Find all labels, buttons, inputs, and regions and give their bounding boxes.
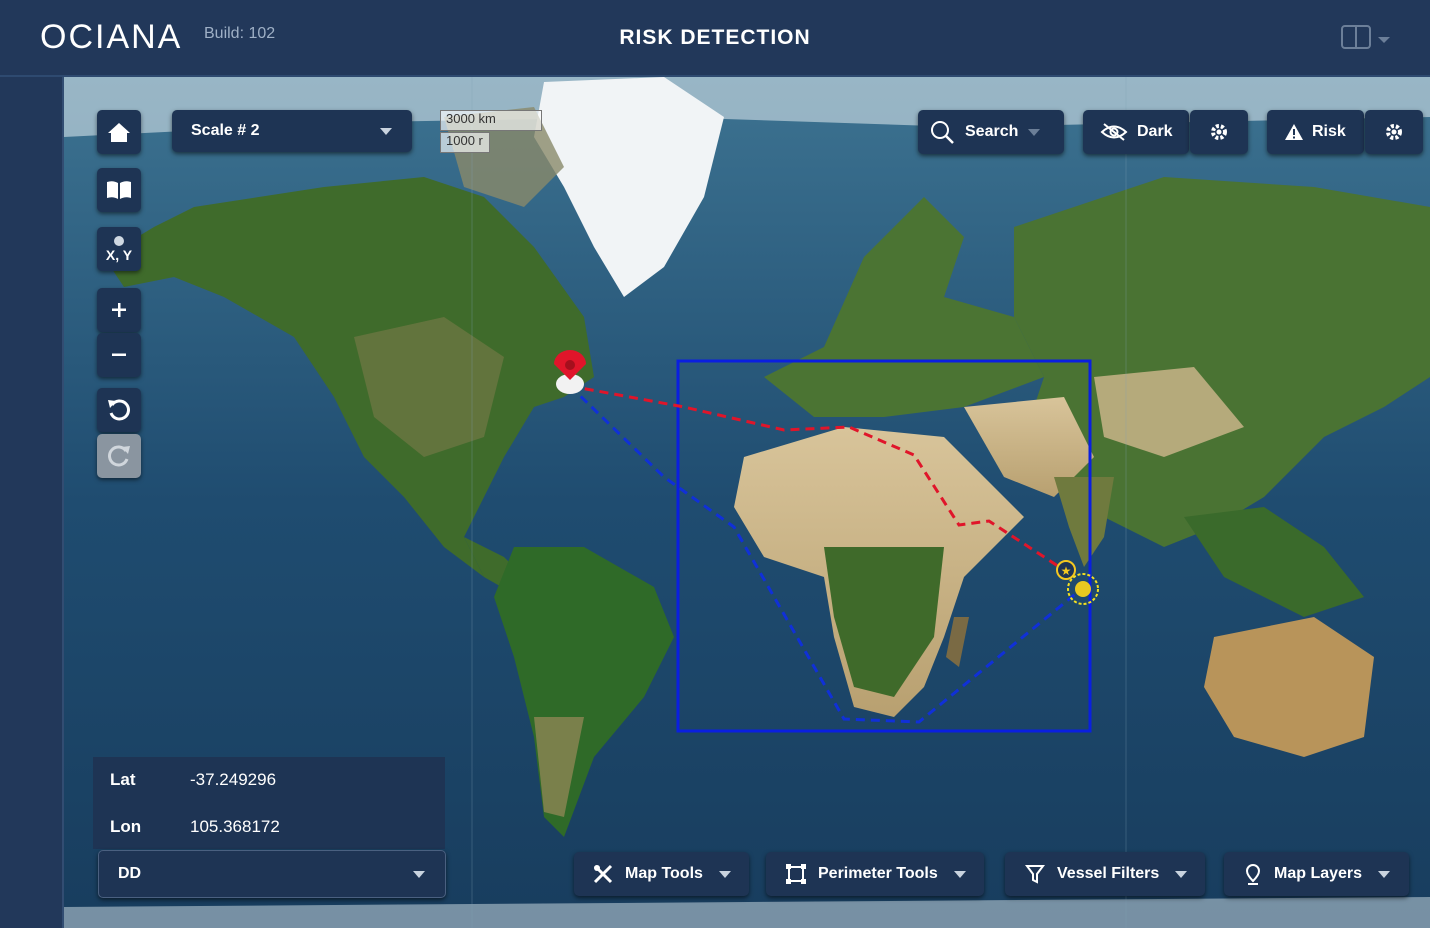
pin-icon bbox=[1245, 863, 1261, 885]
header-bar: OCIANA Build: 102 RISK DETECTION bbox=[0, 0, 1430, 77]
vessel-marker-icon[interactable]: ★ bbox=[1056, 560, 1076, 580]
lat-value: -37.249296 bbox=[190, 770, 277, 789]
filter-icon bbox=[1025, 865, 1045, 884]
coordinate-format-dropdown[interactable]: DD bbox=[98, 850, 446, 898]
chevron-down-icon bbox=[953, 870, 966, 878]
search-icon bbox=[931, 121, 954, 144]
bookmarks-button[interactable] bbox=[97, 168, 141, 212]
redo-icon bbox=[108, 445, 130, 467]
xy-coordinates-button[interactable]: X, Y bbox=[97, 227, 141, 271]
format-label: DD bbox=[118, 865, 142, 882]
risk-label: Risk bbox=[1312, 123, 1346, 140]
dark-mode-button[interactable]: Dark bbox=[1083, 110, 1189, 154]
zoom-out-icon bbox=[112, 353, 126, 356]
perimeter-tools-label: Perimeter Tools bbox=[818, 865, 938, 882]
chevron-down-icon bbox=[718, 870, 731, 878]
layout-toggle-button[interactable] bbox=[1340, 24, 1392, 52]
gear-icon bbox=[1386, 124, 1402, 140]
map-layers-label: Map Layers bbox=[1274, 865, 1363, 882]
eye-off-icon bbox=[1100, 123, 1128, 141]
chevron-down-icon bbox=[380, 127, 392, 135]
search-label: Search bbox=[965, 123, 1019, 140]
dark-label: Dark bbox=[1137, 123, 1173, 140]
redo-button[interactable] bbox=[97, 434, 141, 478]
chevron-down-icon bbox=[1378, 870, 1391, 878]
xy-icon bbox=[114, 236, 124, 246]
vessel-filters-label: Vessel Filters bbox=[1057, 865, 1160, 882]
vessel-filters-button[interactable]: Vessel Filters bbox=[1005, 852, 1205, 896]
zoom-out-button[interactable] bbox=[97, 333, 141, 377]
chevron-down-icon bbox=[1028, 128, 1041, 136]
book-icon bbox=[107, 181, 131, 199]
map-tools-label: Map Tools bbox=[625, 865, 703, 882]
warning-icon bbox=[1285, 124, 1303, 140]
perimeter-tools-button[interactable]: Perimeter Tools bbox=[766, 852, 984, 896]
xy-label: X, Y bbox=[105, 247, 133, 263]
zoom-in-icon bbox=[112, 303, 126, 317]
map-tools-button[interactable]: Map Tools bbox=[574, 852, 749, 896]
scale-bar-bottom: 1000 r bbox=[440, 132, 490, 153]
risk-settings-button[interactable] bbox=[1365, 110, 1423, 154]
gear-icon bbox=[1211, 124, 1227, 140]
scale-label: Scale # 2 bbox=[191, 122, 260, 139]
scale-dropdown[interactable]: Scale # 2 bbox=[172, 110, 412, 152]
lat-label: Lat bbox=[110, 770, 136, 789]
coordinates-panel: Lat -37.249296 Lon 105.368172 bbox=[93, 757, 445, 849]
undo-icon bbox=[108, 399, 130, 421]
undo-button[interactable] bbox=[97, 388, 141, 432]
dark-settings-button[interactable] bbox=[1190, 110, 1248, 154]
perimeter-icon bbox=[786, 864, 806, 884]
layout-icon bbox=[1341, 25, 1390, 49]
zoom-in-button[interactable] bbox=[97, 288, 141, 332]
home-button[interactable] bbox=[97, 110, 141, 154]
lon-label: Lon bbox=[110, 817, 142, 836]
home-icon bbox=[108, 123, 130, 142]
lon-value: 105.368172 bbox=[190, 817, 280, 836]
page-title: RISK DETECTION bbox=[619, 26, 811, 49]
map-layers-button[interactable]: Map Layers bbox=[1224, 852, 1409, 896]
chevron-down-icon bbox=[1175, 870, 1188, 878]
scale-bar-top: 3000 km bbox=[440, 110, 542, 131]
left-strip bbox=[0, 77, 64, 928]
chevron-down-icon bbox=[413, 870, 425, 878]
risk-button[interactable]: Risk bbox=[1267, 110, 1364, 154]
search-button[interactable]: Search bbox=[918, 110, 1064, 154]
wrench-icon bbox=[593, 864, 613, 884]
svg-text:★: ★ bbox=[1061, 564, 1072, 578]
